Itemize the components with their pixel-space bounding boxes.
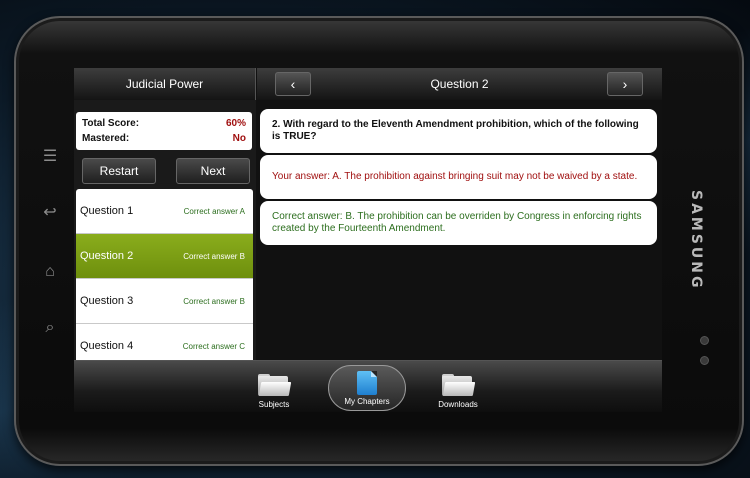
bottom-tab-bar: Subjects My Chapters Downloads: [74, 360, 662, 412]
tab-my-chapters[interactable]: My Chapters: [328, 365, 406, 411]
question-detail-panel: 2. With regard to the Eleventh Amendment…: [257, 100, 662, 360]
next-button[interactable]: Next: [176, 158, 250, 184]
question-status: Correct answer A: [183, 206, 245, 216]
sensor-dot: [700, 356, 709, 365]
left-header: Judicial Power: [74, 68, 256, 100]
tab-subjects-label: Subjects: [258, 400, 290, 409]
tab-downloads-label: Downloads: [438, 400, 478, 409]
question-list-item[interactable]: Question 1 Correct answer A: [76, 189, 253, 234]
mastered-row: Mastered: No: [82, 131, 246, 146]
question-status: Correct answer C: [182, 341, 245, 351]
left-panel: Total Score: 60% Mastered: No Restart Ne…: [74, 100, 256, 360]
question-card: 2. With regard to the Eleventh Amendment…: [260, 109, 657, 153]
question-list-item-selected[interactable]: Question 2 Correct answer B: [76, 234, 253, 279]
mastered-label: Mastered:: [82, 133, 130, 144]
sensor-dot: [700, 336, 709, 345]
tab-my-chapters-label: My Chapters: [344, 396, 390, 406]
mastered-value: No: [232, 133, 246, 144]
total-score-value: 60%: [225, 118, 246, 129]
next-question-button[interactable]: ›: [607, 72, 643, 96]
menu-glyph: ☰: [42, 148, 58, 165]
chevron-right-icon: ›: [622, 76, 628, 92]
question-label: Question 2: [80, 250, 134, 262]
restart-button[interactable]: Restart: [82, 158, 156, 184]
total-score-label: Total Score:: [82, 118, 140, 129]
document-icon: [357, 370, 377, 395]
home-glyph: ⌂: [45, 263, 55, 280]
question-label: Question 1: [80, 205, 134, 217]
score-card: Total Score: 60% Mastered: No: [76, 112, 252, 150]
folder-icon: [258, 374, 292, 396]
question-list: Question 1 Correct answer A Question 2 C…: [76, 189, 253, 360]
back-glyph: ↩: [43, 204, 57, 221]
right-header: ‹ Question 2 ›: [257, 68, 662, 100]
download-folder-icon: [442, 374, 476, 396]
correct-answer-text: Correct answer: B. The prohibition can b…: [272, 211, 642, 234]
question-label: Question 4: [80, 340, 134, 352]
your-answer-text: Your answer: A. The prohibition against …: [272, 171, 638, 182]
question-status: Correct answer B: [183, 296, 245, 306]
menu-icon[interactable]: ☰: [38, 144, 62, 168]
search-icon[interactable]: ⌕: [38, 316, 62, 340]
search-glyph: ⌕: [45, 319, 55, 336]
chevron-left-icon: ‹: [290, 76, 296, 92]
back-icon[interactable]: ↩: [38, 200, 62, 224]
total-score-row: Total Score: 60%: [82, 116, 246, 131]
prev-question-button[interactable]: ‹: [275, 72, 311, 96]
home-icon[interactable]: ⌂: [38, 260, 62, 284]
question-list-item[interactable]: Question 4 Correct answer C: [76, 324, 253, 360]
your-answer-card: Your answer: A. The prohibition against …: [260, 155, 657, 199]
question-list-item[interactable]: Question 3 Correct answer B: [76, 279, 253, 324]
question-status: Correct answer B: [183, 251, 245, 261]
brand-logo: SAMSUNG: [688, 190, 704, 291]
action-buttons: Restart Next: [82, 158, 250, 184]
tab-subjects[interactable]: Subjects: [239, 361, 309, 412]
app-screen: Judicial Power ‹ Question 2 › Total Scor…: [74, 68, 662, 412]
question-label: Question 3: [80, 295, 134, 307]
correct-answer-card: Correct answer: B. The prohibition can b…: [260, 201, 657, 245]
tab-downloads[interactable]: Downloads: [423, 361, 493, 412]
chapter-title: Judicial Power: [125, 77, 204, 91]
question-text: 2. With regard to the Eleventh Amendment…: [272, 119, 639, 142]
question-title: Question 2: [430, 77, 489, 91]
